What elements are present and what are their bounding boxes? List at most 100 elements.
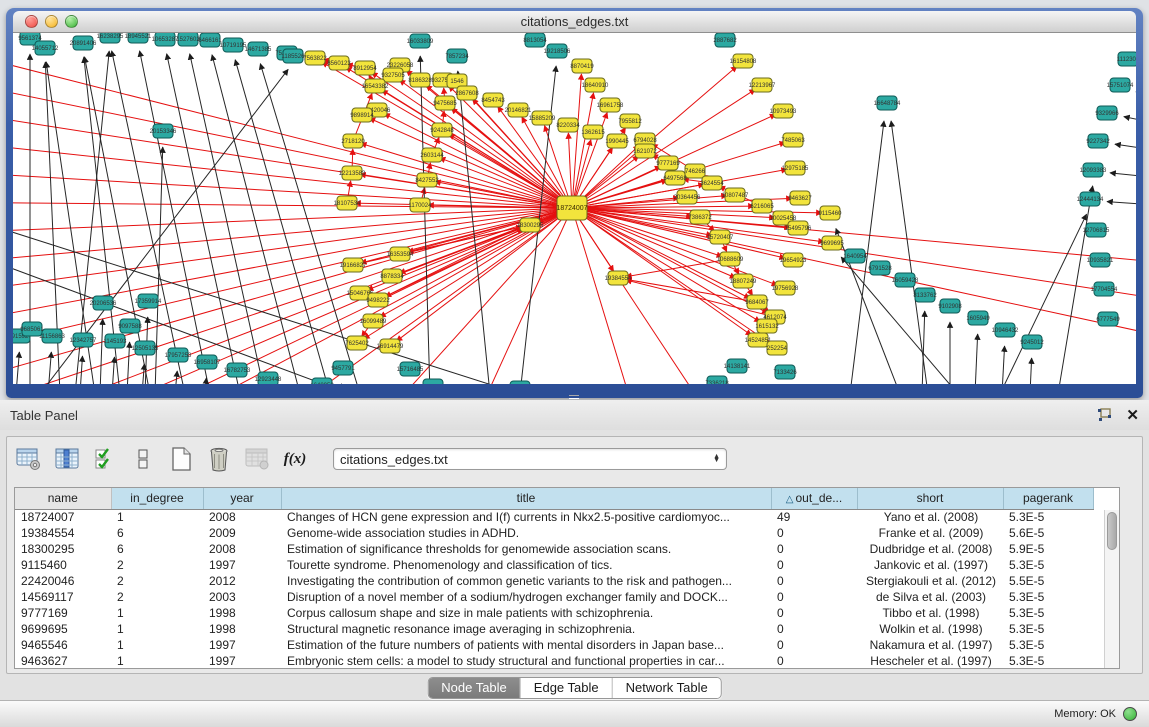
graph-node[interactable] [343,134,363,148]
graph-node[interactable] [135,341,155,355]
graph-node[interactable] [607,134,627,148]
table-row[interactable]: 969969511998Structural magnetic resonanc… [15,621,1093,637]
graph-node[interactable] [447,49,467,63]
graph-node[interactable] [1086,223,1106,237]
table-row[interactable]: 2242004622012Investigating the contribut… [15,573,1093,589]
graph-node[interactable] [557,196,587,220]
table-cell[interactable]: 0 [771,637,857,653]
graph-node[interactable] [707,376,727,384]
table-options-icon[interactable] [15,445,43,473]
table-cell[interactable]: 0 [771,605,857,621]
table-cell[interactable]: Structural magnetic resonance image aver… [281,621,771,637]
graph-node[interactable] [845,249,865,263]
graph-node[interactable] [390,247,410,261]
table-cell[interactable]: 1 [111,605,203,621]
table-cell[interactable]: 9463627 [15,653,111,669]
table-cell[interactable]: 0 [771,589,857,605]
table-cell[interactable]: 2 [111,557,203,573]
table-cell[interactable]: 1 [111,621,203,637]
table-cell[interactable]: 1 [111,509,203,525]
table-cell[interactable]: Dudbridge et al. (2008) [857,541,1003,557]
table-cell[interactable]: 5.9E-5 [1003,541,1093,557]
close-panel-icon[interactable]: ✕ [1126,408,1139,423]
table-cell[interactable]: 9777169 [15,605,111,621]
table-row[interactable]: 911546021997Tourette syndrome. Phenomeno… [15,557,1093,573]
table-scrollbar[interactable] [1104,510,1119,668]
row-cells-icon[interactable] [129,445,157,473]
column-header-in-degree[interactable]: in_degree [111,488,203,509]
graph-node[interactable] [968,311,988,325]
graph-node[interactable] [720,252,740,266]
graph-node[interactable] [347,336,367,350]
graph-node[interactable] [685,164,705,178]
graph-node[interactable] [547,44,567,58]
graph-node[interactable] [757,319,777,333]
column-header-out-de-[interactable]: △out_de... [771,488,857,509]
table-cell[interactable]: 5.3E-5 [1003,653,1093,669]
graph-node[interactable] [915,288,935,302]
graph-node[interactable] [558,118,578,132]
graph-node[interactable] [105,334,125,348]
graph-node[interactable] [368,293,388,307]
table-cell[interactable]: 5.3E-5 [1003,509,1093,525]
graph-node[interactable] [748,333,768,347]
network-graph[interactable]: 9561374140557122089140616238295189455211… [13,33,1136,384]
graph-node[interactable] [608,271,628,285]
tab-edge-table[interactable]: Edge Table [521,678,613,698]
table-cell[interactable]: 2 [111,589,203,605]
graph-node[interactable] [677,190,697,204]
graph-node[interactable] [940,299,960,313]
table-body[interactable]: 1872400712008Changes of HCN gene express… [15,509,1093,669]
graph-node[interactable] [329,56,349,70]
graph-node[interactable] [457,86,477,100]
node-table-grid[interactable]: namein_degreeyeartitle△out_de...shortpag… [15,488,1094,669]
graph-node[interactable] [1090,253,1110,267]
graph-node[interactable] [508,103,528,117]
graph-node[interactable] [1118,52,1136,66]
table-row[interactable]: 946362711997Embryonic stem cells: a mode… [15,653,1093,669]
graph-node[interactable] [525,33,545,47]
panel-splitter-handle[interactable] [569,395,579,399]
graph-node[interactable] [410,34,430,48]
graph-node[interactable] [785,161,805,175]
graph-node[interactable] [100,33,120,43]
new-column-icon[interactable] [167,445,195,473]
show-columns-icon[interactable] [53,445,81,473]
table-cell[interactable]: 14569117 [15,589,111,605]
graph-node[interactable] [752,199,772,213]
table-cell[interactable]: 2003 [203,589,281,605]
table-cell[interactable]: Investigating the contribution of common… [281,573,771,589]
table-cell[interactable]: Tibbo et al. (1998) [857,605,1003,621]
table-cell[interactable]: 19384554 [15,525,111,541]
graph-node[interactable] [702,176,722,190]
graph-node[interactable] [128,33,148,43]
graph-node[interactable] [572,59,592,73]
tab-node-table[interactable]: Node Table [428,678,521,698]
table-cell[interactable]: 2008 [203,509,281,525]
graph-node[interactable] [1088,134,1108,148]
graph-node[interactable] [620,114,640,128]
graph-node[interactable] [178,33,198,46]
table-cell[interactable]: Stergiakouli et al. (2012) [857,573,1003,589]
graph-node[interactable] [1083,163,1103,177]
table-cell[interactable]: 6 [111,541,203,557]
graph-node[interactable] [877,96,897,110]
column-header-short[interactable]: short [857,488,1003,509]
table-row[interactable]: 946554611997Estimation of the future num… [15,637,1093,653]
graph-node[interactable] [783,133,803,147]
graph-node[interactable] [227,363,247,377]
graph-node[interactable] [790,191,810,205]
graph-node[interactable] [258,372,278,384]
graph-node[interactable] [715,33,735,47]
graph-node[interactable] [365,79,385,93]
table-cell[interactable]: 9115460 [15,557,111,573]
memory-status-icon[interactable] [1123,707,1137,721]
graph-node[interactable] [312,378,332,384]
graph-node[interactable] [337,196,357,210]
graph-node[interactable] [710,230,730,244]
table-cell[interactable]: Changes of HCN gene expression and I(f) … [281,509,771,525]
graph-node[interactable] [1098,312,1118,326]
table-cell[interactable]: 1998 [203,605,281,621]
graph-node[interactable] [410,73,430,87]
graph-node[interactable] [355,61,375,75]
